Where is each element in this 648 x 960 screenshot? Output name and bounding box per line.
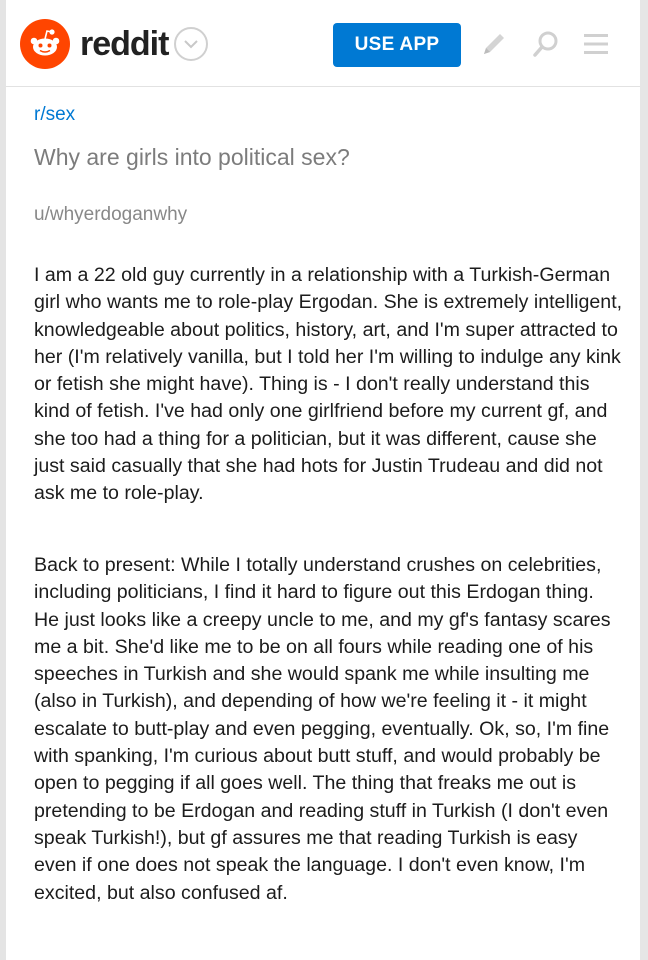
menu-icon[interactable] bbox=[580, 28, 612, 60]
use-app-button[interactable]: USE APP bbox=[333, 23, 461, 67]
post-body-paragraph: I am a 22 old guy currently in a relatio… bbox=[34, 264, 623, 505]
search-icon[interactable] bbox=[530, 28, 562, 60]
top-nav-bar: reddit USE APP bbox=[6, 0, 640, 87]
right-frame-edge bbox=[640, 0, 648, 960]
reddit-wordmark: reddit bbox=[80, 24, 169, 63]
left-frame-edge bbox=[0, 0, 6, 960]
subreddit-link[interactable]: r/sex bbox=[34, 104, 75, 126]
pencil-icon[interactable] bbox=[478, 28, 510, 60]
post-body-paragraph: Back to present: While I totally underst… bbox=[34, 554, 611, 904]
post-title[interactable]: Why are girls into political sex? bbox=[34, 144, 350, 171]
reddit-snoo-icon bbox=[20, 19, 70, 69]
reddit-logo[interactable]: reddit bbox=[20, 19, 209, 69]
post-author[interactable]: u/whyerdoganwhy bbox=[34, 204, 187, 226]
chevron-down-icon[interactable] bbox=[174, 27, 209, 61]
